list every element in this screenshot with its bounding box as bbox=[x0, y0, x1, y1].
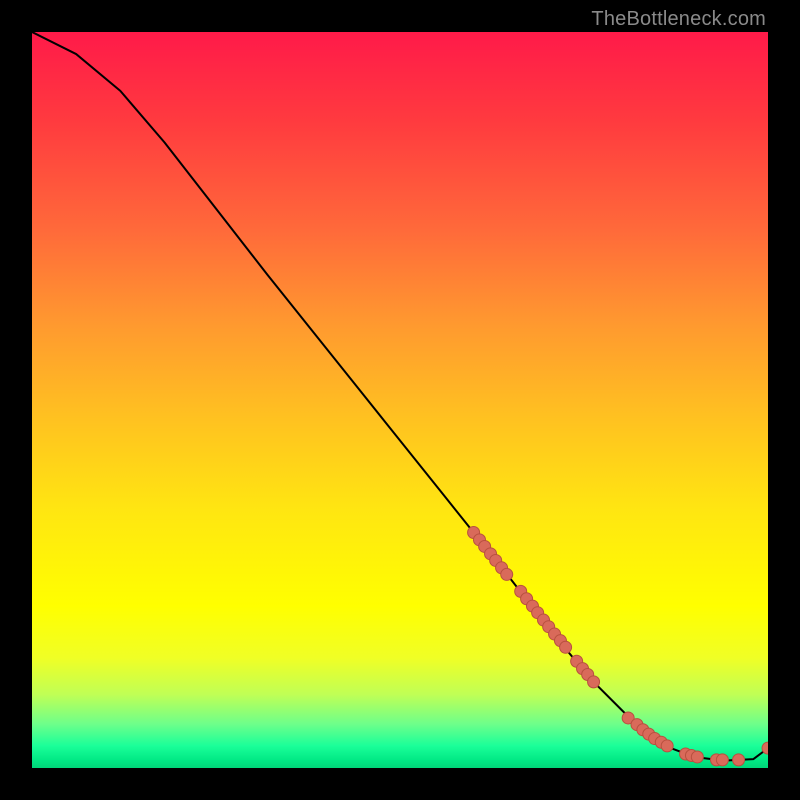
data-marker bbox=[716, 754, 728, 766]
data-marker bbox=[661, 740, 673, 752]
data-marker bbox=[501, 568, 513, 580]
chart-container: TheBottleneck.com bbox=[0, 0, 800, 800]
attribution-text: TheBottleneck.com bbox=[591, 8, 766, 31]
chart-overlay bbox=[32, 32, 768, 768]
data-marker bbox=[733, 754, 745, 766]
data-marker bbox=[588, 676, 600, 688]
plot-area bbox=[32, 32, 768, 768]
data-marker bbox=[560, 641, 572, 653]
data-marker bbox=[691, 751, 703, 763]
curve-line bbox=[32, 32, 768, 761]
